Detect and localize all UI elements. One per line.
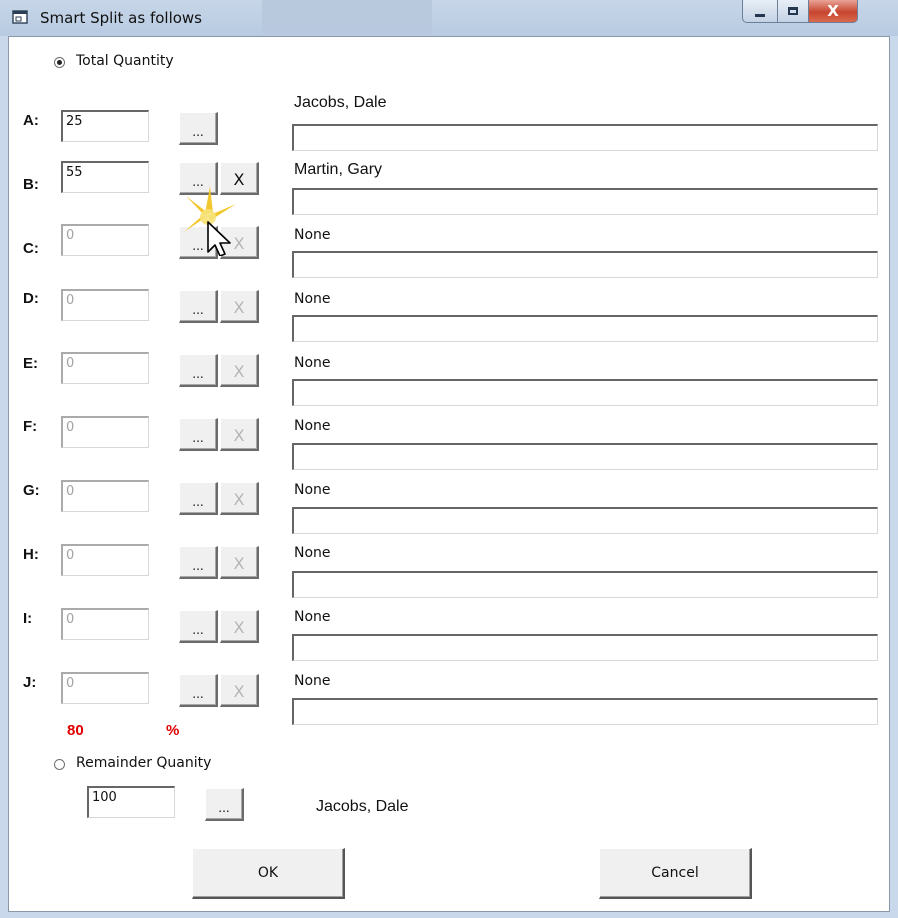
clear-button[interactable]: X: [220, 226, 259, 259]
assignee-name: None: [294, 482, 331, 498]
quantity-field[interactable]: 0: [61, 289, 149, 321]
remainder-quantity-field[interactable]: 100: [87, 786, 175, 818]
browse-button[interactable]: ...: [179, 162, 218, 195]
maximize-icon: [788, 7, 798, 15]
assignee-box[interactable]: [292, 507, 878, 534]
title-bar[interactable]: Smart Split as follows X: [0, 0, 898, 36]
minimize-button[interactable]: [742, 0, 778, 23]
browse-button[interactable]: ...: [179, 418, 218, 451]
assignee-name: None: [294, 227, 331, 243]
browse-button[interactable]: ...: [179, 546, 218, 579]
browse-button[interactable]: ...: [179, 674, 218, 707]
quantity-field[interactable]: 0: [61, 544, 149, 576]
dialog-body: Total Quantity A: 25 ... Jacobs, Dale B:…: [8, 36, 890, 912]
row-label: F:: [23, 418, 38, 435]
total-percent-value: 80: [67, 722, 84, 739]
browse-button[interactable]: ...: [179, 610, 218, 643]
remainder-quantity-label: Remainder Quanity: [76, 755, 212, 771]
row-label: H:: [23, 546, 39, 563]
assignee-box[interactable]: [292, 571, 878, 598]
cancel-button[interactable]: Cancel: [599, 848, 752, 899]
row-label: C:: [23, 240, 39, 257]
browse-button[interactable]: ...: [179, 482, 218, 515]
clear-button[interactable]: X: [220, 610, 259, 643]
row-label: B:: [23, 176, 39, 193]
assignee-name: None: [294, 291, 331, 307]
row-label: A:: [23, 112, 39, 129]
assignee-name: None: [294, 418, 331, 434]
title-bar-background-ghost: [262, 0, 432, 34]
percent-sign: %: [166, 722, 180, 739]
remainder-browse-button[interactable]: ...: [205, 788, 244, 821]
close-button[interactable]: X: [808, 0, 858, 23]
quantity-field[interactable]: 0: [61, 672, 149, 704]
window-icon: [12, 10, 28, 24]
assignee-name: None: [294, 545, 331, 561]
assignee-box[interactable]: [292, 124, 878, 151]
smart-split-window: Smart Split as follows X Total Quantity …: [0, 0, 898, 918]
clear-button[interactable]: X: [220, 482, 259, 515]
close-icon: X: [827, 1, 839, 20]
quantity-field[interactable]: 25: [61, 110, 149, 142]
clear-button[interactable]: X: [220, 418, 259, 451]
remainder-quantity-radio[interactable]: [54, 759, 65, 770]
assignee-name: Martin, Gary: [294, 161, 383, 178]
row-label: I:: [23, 610, 33, 627]
assignee-box[interactable]: [292, 251, 878, 278]
clear-button[interactable]: X: [220, 546, 259, 579]
clear-button[interactable]: X: [220, 674, 259, 707]
quantity-field[interactable]: 0: [61, 224, 149, 256]
clear-button[interactable]: X: [220, 290, 259, 323]
maximize-button[interactable]: [777, 0, 809, 23]
clear-button[interactable]: X: [220, 162, 259, 195]
browse-button[interactable]: ...: [179, 112, 218, 145]
assignee-box[interactable]: [292, 634, 878, 661]
quantity-field[interactable]: 55: [61, 161, 149, 193]
assignee-box[interactable]: [292, 379, 878, 406]
clear-button[interactable]: X: [220, 354, 259, 387]
quantity-field[interactable]: 0: [61, 352, 149, 384]
assignee-name: None: [294, 355, 331, 371]
row-label: E:: [23, 355, 38, 372]
total-quantity-radio[interactable]: [54, 57, 65, 68]
quantity-field[interactable]: 0: [61, 480, 149, 512]
assignee-box[interactable]: [292, 698, 878, 725]
total-quantity-label: Total Quantity: [76, 53, 174, 69]
assignee-name: Jacobs, Dale: [294, 94, 387, 111]
quantity-field[interactable]: 0: [61, 416, 149, 448]
assignee-name: None: [294, 673, 331, 689]
remainder-assignee-name: Jacobs, Dale: [316, 798, 409, 815]
row-label: J:: [23, 674, 37, 691]
assignee-box[interactable]: [292, 315, 878, 342]
browse-button[interactable]: ...: [179, 290, 218, 323]
row-label: G:: [23, 482, 40, 499]
minimize-icon: [755, 13, 765, 17]
browse-button[interactable]: ...: [179, 226, 218, 259]
assignee-box[interactable]: [292, 188, 878, 215]
assignee-box[interactable]: [292, 443, 878, 470]
ok-button[interactable]: OK: [192, 848, 345, 899]
assignee-name: None: [294, 609, 331, 625]
row-label: D:: [23, 290, 39, 307]
quantity-field[interactable]: 0: [61, 608, 149, 640]
browse-button[interactable]: ...: [179, 354, 218, 387]
window-title: Smart Split as follows: [40, 9, 202, 27]
